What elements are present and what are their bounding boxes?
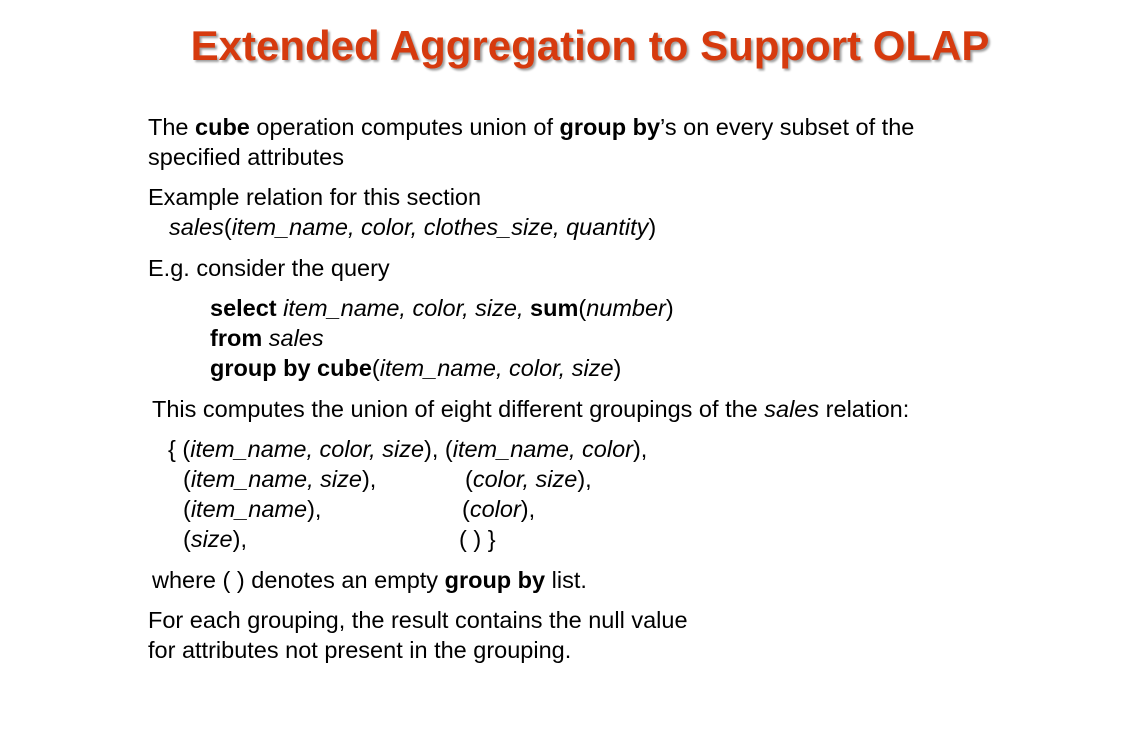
relation-name: sales xyxy=(169,214,224,240)
paren: ) xyxy=(665,295,674,321)
select-attributes: item_name, color, size, xyxy=(283,295,524,321)
grouping-item-name-size: item_name, size xyxy=(190,466,362,492)
grouping-size: size xyxy=(190,526,233,552)
grouping-item-name: item_name xyxy=(190,496,308,522)
grouping-row-1: { (item_name, color, size), (item_name, … xyxy=(168,434,647,464)
paren: ( xyxy=(183,496,191,522)
example-relation-heading: Example relation for this section xyxy=(148,184,482,210)
paren: ( xyxy=(183,526,191,552)
query-select-line: select item_name, color, size, sum(numbe… xyxy=(210,293,674,323)
paren: ( xyxy=(371,355,380,381)
cube-keyword: cube xyxy=(195,114,250,140)
groupings-intro: This computes the union of eight differe… xyxy=(152,394,909,424)
grouping-item-name-color-size: item_name, color, size xyxy=(190,436,425,462)
group-by-attributes: item_name, color, size xyxy=(379,355,614,381)
grouping-item-name-color: item_name, color xyxy=(452,436,633,462)
paren: ( xyxy=(223,214,232,240)
sales-relation-schema: sales(item_name, color, clothes_size, qu… xyxy=(169,212,656,242)
group-by-keyword: group by xyxy=(559,114,661,140)
group-by-keyword: group by xyxy=(444,567,546,593)
text: list. xyxy=(545,567,587,593)
grouping-color-cell: (color), xyxy=(462,494,535,524)
grouping-item-name-size-cell: (item_name, size), xyxy=(183,464,376,494)
query-from-line: from sales xyxy=(210,323,324,353)
from-keyword: from xyxy=(210,325,263,351)
query-groupby-line: group by cube(item_name, color, size) xyxy=(210,353,621,383)
grouping-empty-cell: ( ) } xyxy=(459,526,496,552)
from-relation: sales xyxy=(268,325,324,351)
grouping-item-name-cell: (item_name), xyxy=(183,494,321,524)
null-value-note-line-1: For each grouping, the result contains t… xyxy=(148,607,688,633)
grouping-color: color xyxy=(469,496,521,522)
grouping-size-cell: (size), xyxy=(183,524,247,554)
paren: ( xyxy=(183,466,191,492)
cube-definition-line-1: The cube operation computes union of gro… xyxy=(148,112,914,142)
group-by-cube-keyword: group by cube xyxy=(210,355,372,381)
paren: ( xyxy=(465,466,473,492)
slide-title: Extended Aggregation to Support OLAP xyxy=(190,22,990,69)
paren: ) xyxy=(613,355,622,381)
text: The xyxy=(148,114,196,140)
sum-argument: number xyxy=(586,295,666,321)
paren: ( xyxy=(462,496,470,522)
text: This computes the union of eight differe… xyxy=(152,396,765,422)
paren: ), xyxy=(520,496,536,522)
paren: ), xyxy=(232,526,247,552)
brace: { ( xyxy=(168,436,191,462)
cube-definition-line-2: specified attributes xyxy=(148,144,344,170)
paren: ), ( xyxy=(424,436,453,462)
query-intro: E.g. consider the query xyxy=(148,255,390,281)
slide: Extended Aggregation to Support OLAP The… xyxy=(0,0,1121,750)
null-value-note-line-2: for attributes not present in the groupi… xyxy=(148,637,572,663)
paren: ), xyxy=(577,466,592,492)
paren: ), xyxy=(307,496,322,522)
paren: ( xyxy=(578,295,587,321)
empty-group-by-note: where ( ) denotes an empty group by list… xyxy=(152,565,587,595)
select-keyword: select xyxy=(210,295,277,321)
relation-name: sales xyxy=(764,396,820,422)
text: where ( ) denotes an empty xyxy=(152,567,445,593)
paren: ), xyxy=(361,466,377,492)
text: operation computes union of xyxy=(249,114,560,140)
relation-attributes: item_name, color, clothes_size, quantity xyxy=(231,214,649,240)
paren: ) xyxy=(648,214,657,240)
paren: ), xyxy=(632,436,648,462)
grouping-color-size-cell: (color, size), xyxy=(465,464,592,494)
text: ’s on every subset of the xyxy=(660,114,915,140)
text: relation: xyxy=(819,396,910,422)
grouping-color-size: color, size xyxy=(472,466,578,492)
sum-keyword: sum xyxy=(530,295,579,321)
